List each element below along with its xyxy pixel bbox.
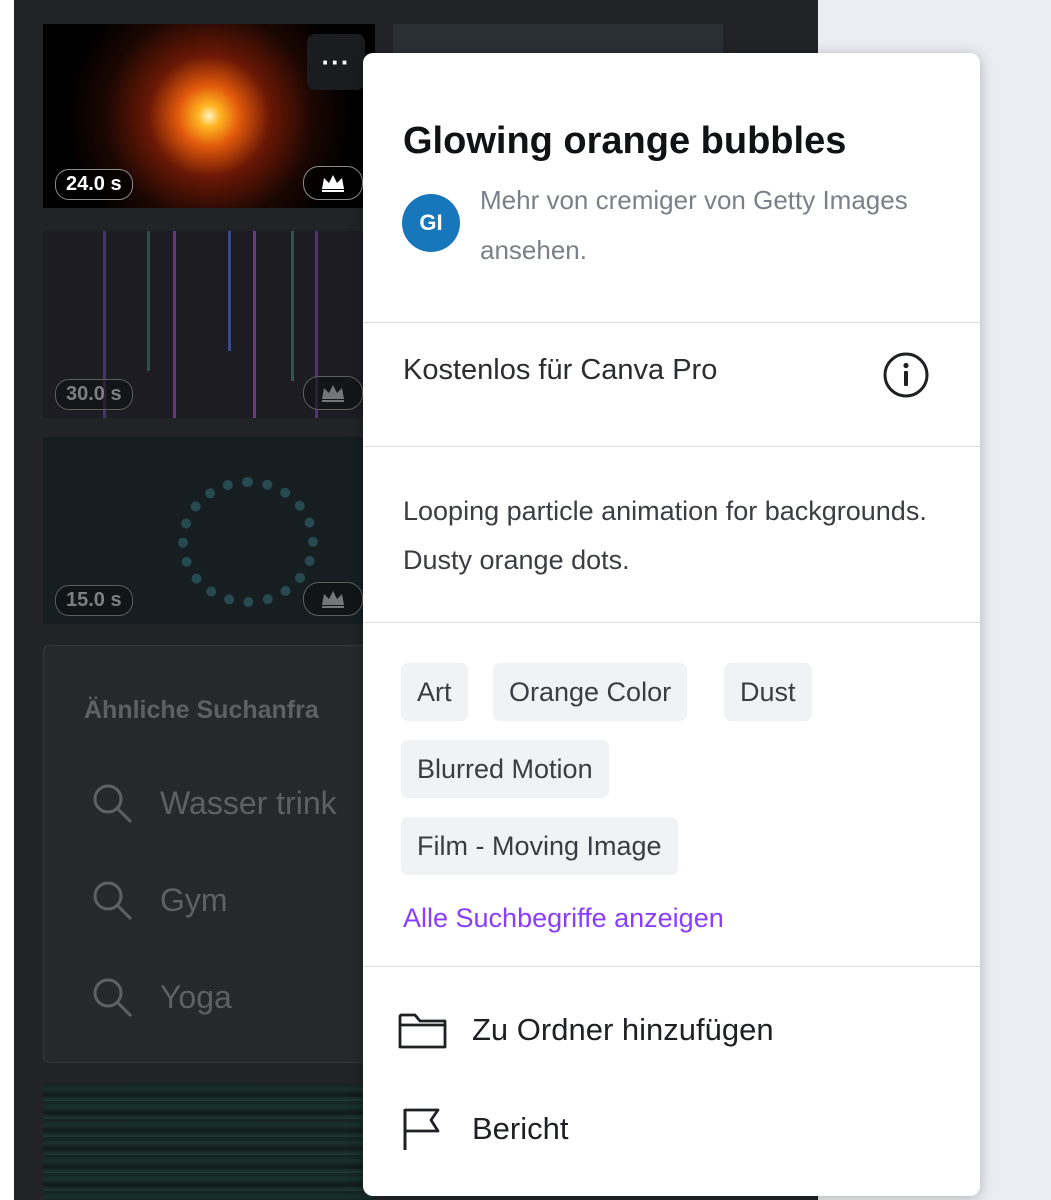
author-link[interactable]: Mehr von cremiger von Getty Images anseh…: [480, 175, 920, 275]
duration-badge: 24.0 s: [55, 169, 133, 200]
suggestion-label: Wasser trink: [160, 784, 337, 821]
similar-searches-title: Ähnliche Suchanfra: [84, 696, 319, 724]
suggestion-item[interactable]: Wasser trink: [90, 781, 337, 825]
video-thumbnail-teal-lines[interactable]: [43, 1083, 375, 1200]
tag-chip[interactable]: Film - Moving Image: [401, 817, 678, 875]
tag-chip[interactable]: Art: [401, 663, 468, 721]
tag-chip[interactable]: Blurred Motion: [401, 740, 609, 798]
divider: [363, 322, 980, 323]
tag-chip[interactable]: Dust: [724, 663, 812, 721]
license-text: Kostenlos für Canva Pro: [403, 354, 718, 386]
panel-edge: [0, 0, 14, 1200]
duration-badge: 15.0 s: [55, 585, 133, 616]
more-options-button[interactable]: ···: [307, 34, 365, 90]
divider: [363, 622, 980, 623]
search-icon: [93, 881, 133, 921]
info-icon[interactable]: [883, 352, 929, 398]
popover-title: Glowing orange bubbles: [403, 120, 847, 162]
flag-icon: [403, 1108, 440, 1150]
video-thumbnail-particle-spiral[interactable]: 15.0 s: [43, 437, 375, 624]
search-icon: [93, 978, 133, 1018]
crown-icon: [303, 376, 363, 410]
add-to-folder-label: Zu Ordner hinzufügen: [472, 1012, 774, 1047]
add-to-folder-button[interactable]: Zu Ordner hinzufügen: [398, 1010, 774, 1050]
video-thumbnail-light-streaks[interactable]: 30.0 s: [43, 231, 375, 418]
duration-badge: 30.0 s: [55, 379, 133, 410]
avatar[interactable]: GI: [402, 194, 460, 252]
report-label: Bericht: [472, 1111, 569, 1146]
see-all-keywords-link[interactable]: Alle Suchbegriffe anzeigen: [403, 903, 724, 934]
suggestion-item[interactable]: Yoga: [90, 975, 232, 1019]
folder-icon: [398, 1013, 447, 1049]
suggestion-label: Gym: [160, 881, 228, 918]
crown-icon: [303, 166, 363, 200]
crown-icon: [303, 582, 363, 616]
search-icon: [93, 784, 133, 824]
video-description: Looping particle animation for backgroun…: [403, 496, 927, 575]
suggestion-item[interactable]: Gym: [90, 878, 228, 922]
suggestion-label: Yoga: [160, 978, 232, 1015]
tag-chip[interactable]: Orange Color: [493, 663, 688, 721]
divider: [363, 966, 980, 967]
divider: [363, 446, 980, 447]
video-details-popover: Glowing orange bubbles GI Mehr von cremi…: [363, 53, 980, 1196]
report-button[interactable]: Bericht: [398, 1106, 568, 1152]
